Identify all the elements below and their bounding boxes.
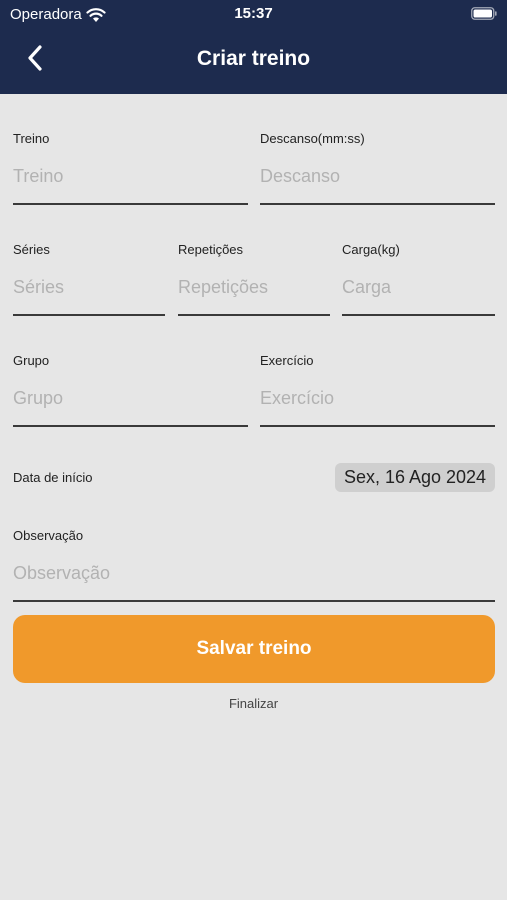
observacao-input[interactable]: [13, 560, 495, 586]
status-time: 15:37: [234, 5, 273, 22]
treino-input[interactable]: [13, 163, 248, 189]
carga-label: Carga(kg): [342, 242, 400, 257]
carga-underline: [342, 314, 495, 316]
exercicio-label: Exercício: [260, 353, 314, 368]
carga-input[interactable]: [342, 274, 495, 300]
data-inicio-label: Data de início: [13, 470, 93, 485]
grupo-input[interactable]: [13, 385, 248, 411]
grupo-label: Grupo: [13, 353, 50, 368]
observacao-label: Observação: [13, 528, 84, 543]
observacao-underline: [13, 600, 495, 602]
series-label: Séries: [13, 242, 50, 257]
grupo-underline: [13, 425, 248, 427]
descanso-input[interactable]: [260, 163, 495, 189]
series-input[interactable]: [13, 274, 165, 300]
descanso-label: Descanso(mm:ss): [260, 131, 365, 146]
finalize-link[interactable]: Finalizar: [0, 696, 507, 711]
status-bar: Operadora 15:37: [0, 0, 507, 28]
exercicio-input[interactable]: [260, 385, 495, 411]
battery-icon: [471, 7, 497, 20]
save-workout-button[interactable]: Salvar treino: [13, 615, 495, 683]
descanso-underline: [260, 203, 495, 205]
exercicio-underline: [260, 425, 495, 427]
page-title: Criar treino: [196, 47, 311, 70]
treino-underline: [13, 203, 248, 205]
repeticoes-label: Repetições: [178, 242, 244, 257]
repeticoes-input[interactable]: [178, 274, 330, 300]
app-header: Operadora 15:37 Criar treino: [0, 0, 507, 94]
series-underline: [13, 314, 165, 316]
treino-label: Treino: [13, 131, 50, 146]
repeticoes-underline: [178, 314, 330, 316]
date-picker[interactable]: Sex, 16 Ago 2024: [335, 463, 495, 492]
